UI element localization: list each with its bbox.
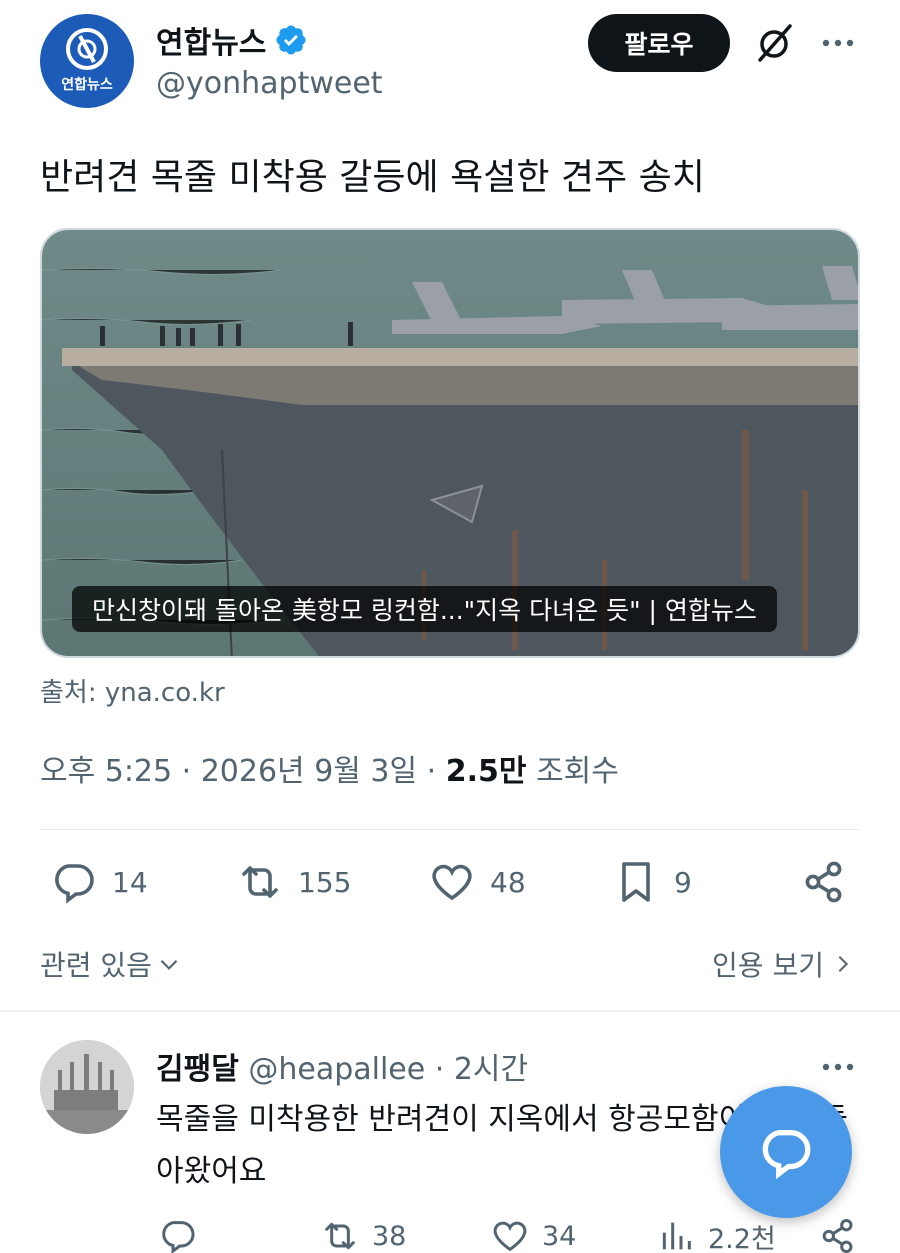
reply-header: 김팽달 @heapallee · 2시간 [156,1044,528,1088]
chevron-right-icon [838,955,849,973]
reply-author-handle[interactable]: @heapallee · 2시간 [248,1052,528,1087]
reply-share-button[interactable] [818,1216,858,1253]
heart-icon [493,1221,527,1252]
reply-author-name[interactable]: 김팽달 [156,1052,239,1087]
reply-retweet-button[interactable]: 38 [320,1216,406,1253]
views-chart-icon [662,1222,691,1250]
reply-like-count: 34 [542,1220,577,1252]
avatar-logo-text: 연합뉴스 [61,77,113,93]
share-icon [805,861,842,903]
view-quotes-link[interactable]: 인용 보기 [712,944,854,984]
retweet-button[interactable]: 155 [236,858,351,906]
tweet-timestamp[interactable]: 오후 5:25 · 2026년 9월 3일 · [40,754,446,789]
views-label: 조회수 [526,754,619,789]
share-icon [822,1219,853,1253]
like-count: 48 [490,865,526,899]
reply-like-button[interactable]: 34 [490,1216,576,1253]
follow-button[interactable]: 팔로우 [588,14,730,72]
link-source[interactable]: 출처: yna.co.kr [40,672,225,709]
author-name[interactable]: 연합뉴스 [156,18,266,62]
reply-icon [55,864,94,904]
compose-reply-button[interactable] [720,1086,852,1218]
card-caption: 만신창이돼 돌아온 美항모 링컨함..."지옥 다녀온 듯" | 연합뉴스 [72,586,777,632]
author-name-row[interactable]: 연합뉴스 [156,18,308,62]
link-card[interactable]: 만신창이돼 돌아온 美항모 링컨함..."지옥 다녀온 듯" | 연합뉴스 [40,228,860,658]
divider [40,829,860,830]
verified-badge-icon [276,25,306,55]
bookmark-icon [622,862,650,902]
grok-icon[interactable] [752,20,798,66]
tweet-header: 연합뉴스 연합뉴스 @yonhaptweet 팔로우 [0,0,900,120]
retweet-icon [325,1222,355,1250]
share-button[interactable] [800,858,848,906]
related-label: 관련 있음 [40,949,152,982]
reply-reply-button[interactable] [158,1216,198,1253]
tweet-text: 반려견 목줄 미착용 갈등에 욕설한 견주 송치 [40,157,705,198]
reply-icon [162,1221,195,1253]
bookmark-count: 9 [674,865,692,899]
reply-action-bar: 38 34 2.2천 [0,1216,900,1253]
quotes-label: 인용 보기 [712,949,824,982]
bookmark-button[interactable]: 9 [612,858,692,906]
tweet-action-bar: 14 155 48 9 [0,858,900,920]
section-divider [0,1010,900,1012]
speech-bubble-icon [762,1130,811,1180]
yonhap-logo-icon [66,28,108,70]
reply-count: 14 [112,865,148,899]
heart-icon [432,864,472,901]
author-avatar[interactable]: 연합뉴스 [40,14,134,108]
views-count: 2.5만 [445,754,527,789]
tweet-meta: 오후 5:25 · 2026년 9월 3일 · 2.5만 조회수 [40,746,619,790]
more-options-icon[interactable] [818,28,858,58]
reply-view-count: 2.2천 [708,1223,776,1253]
cathedral-photo [40,1040,134,1134]
reply-views-button[interactable]: 2.2천 [656,1216,776,1253]
author-handle[interactable]: @yonhaptweet [156,66,383,101]
reply-more-icon[interactable] [818,1052,858,1082]
reply-retweet-count: 38 [372,1220,407,1252]
chevron-down-icon [160,959,178,970]
reply-avatar[interactable] [40,1040,134,1134]
reply-button[interactable]: 14 [50,858,148,906]
retweet-icon [242,866,278,898]
like-button[interactable]: 48 [428,858,526,906]
related-toggle[interactable]: 관련 있음 [40,944,182,984]
retweet-count: 155 [298,865,352,899]
